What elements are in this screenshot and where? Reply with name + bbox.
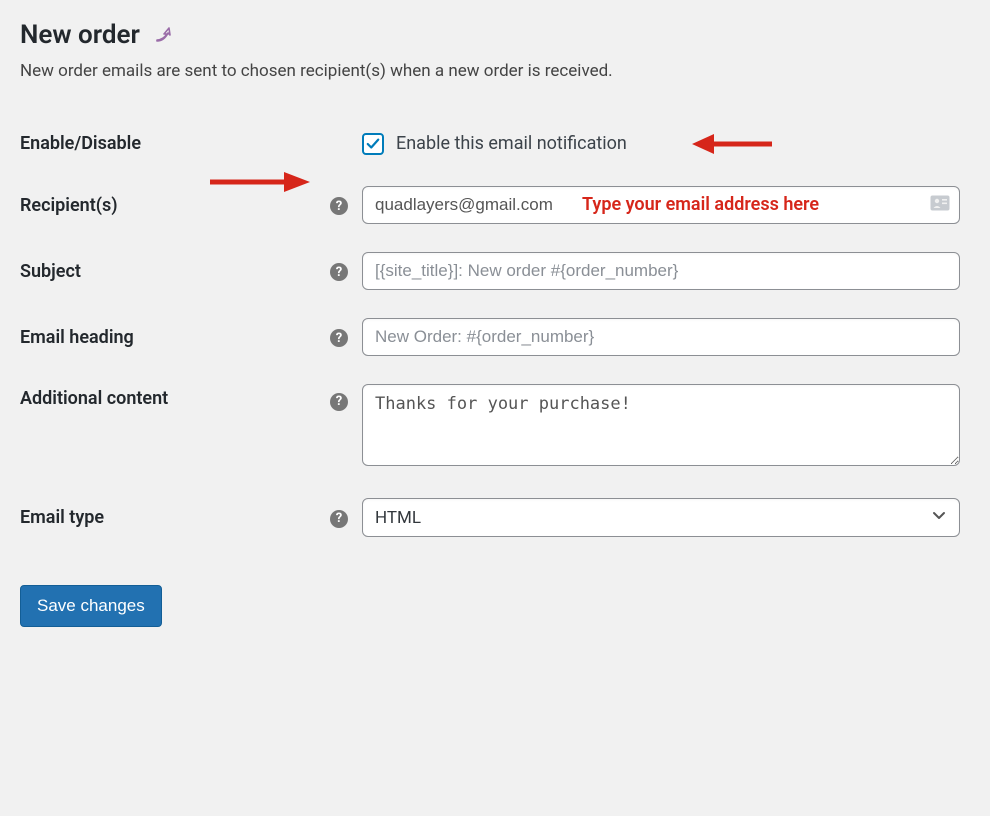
help-icon[interactable]: ? — [330, 510, 348, 528]
label-recipients: Recipient(s) — [20, 172, 330, 238]
enable-checkbox-label: Enable this email notification — [396, 133, 627, 154]
recipients-input[interactable] — [362, 186, 960, 224]
label-subject: Subject — [20, 238, 330, 304]
help-icon[interactable]: ? — [330, 263, 348, 281]
settings-form: Enable/Disable Enable this email notific… — [20, 115, 970, 551]
title-text: New order — [20, 20, 140, 50]
additional-content-textarea[interactable] — [362, 384, 960, 466]
label-heading: Email heading — [20, 304, 330, 370]
enable-checkbox[interactable] — [362, 133, 384, 155]
label-enable: Enable/Disable — [20, 115, 330, 172]
annotation-arrow-enable — [692, 130, 772, 158]
help-icon[interactable]: ? — [330, 329, 348, 347]
help-icon[interactable]: ? — [330, 393, 348, 411]
email-type-select[interactable]: HTML — [362, 498, 960, 537]
chevron-down-icon — [931, 507, 947, 528]
contacts-icon — [930, 195, 950, 215]
page-title: New order — [20, 20, 970, 51]
page-description: New order emails are sent to chosen reci… — [20, 61, 970, 81]
back-icon[interactable] — [154, 21, 174, 51]
label-email-type: Email type — [20, 484, 330, 551]
help-icon[interactable]: ? — [330, 197, 348, 215]
subject-input[interactable] — [362, 252, 960, 290]
save-button[interactable]: Save changes — [20, 585, 162, 627]
email-heading-input[interactable] — [362, 318, 960, 356]
label-additional: Additional content — [20, 370, 330, 484]
email-type-value: HTML — [375, 508, 421, 528]
